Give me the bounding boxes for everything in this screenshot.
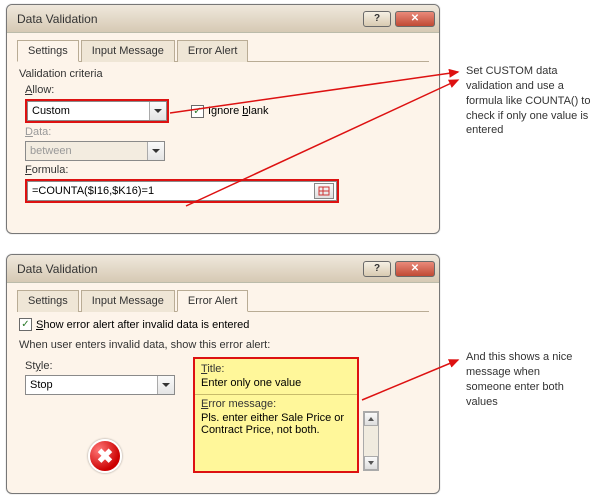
formula-value: =COUNTA($I16,$K16)=1 [32, 185, 154, 197]
data-dropdown: between [25, 141, 165, 161]
title-input[interactable]: Enter only one value [201, 375, 351, 391]
validation-criteria-label: Validation criteria [19, 68, 429, 80]
show-error-alert-checkbox[interactable]: ✓ Show error alert after invalid data is… [19, 318, 429, 331]
scroll-up-button[interactable] [364, 412, 378, 426]
instruction-label: When user enters invalid data, show this… [19, 339, 429, 351]
title-field-label: Title: [201, 363, 351, 375]
chevron-down-icon[interactable] [149, 102, 166, 120]
formula-label: Formula: [25, 164, 429, 176]
close-button[interactable]: ✕ [395, 11, 435, 27]
tab-error-alert[interactable]: Error Alert [177, 40, 249, 62]
data-label: Data: [25, 126, 429, 138]
tab-settings[interactable]: Settings [17, 40, 79, 62]
ignore-blank-label: Ignore blank [208, 105, 269, 117]
error-message-textarea[interactable]: Pls. enter either Sale Price or Contract… [201, 410, 351, 438]
annotation-error-message: And this shows a nice message when someo… [466, 350, 586, 409]
close-button[interactable]: ✕ [395, 261, 435, 277]
tab-settings[interactable]: Settings [17, 290, 79, 312]
tab-strip: Settings Input Message Error Alert [17, 289, 429, 312]
allow-label: Allow: [25, 84, 429, 96]
help-button[interactable]: ? [363, 11, 391, 27]
tab-input-message[interactable]: Input Message [81, 40, 175, 62]
formula-input[interactable]: =COUNTA($I16,$K16)=1 [27, 181, 337, 201]
chevron-down-icon [147, 142, 164, 160]
titlebar[interactable]: Data Validation ? ✕ [7, 5, 439, 33]
style-dropdown[interactable]: Stop [25, 375, 175, 395]
dialog-title: Data Validation [17, 262, 359, 276]
textarea-scrollbar[interactable] [363, 411, 379, 471]
chevron-down-icon[interactable] [157, 376, 174, 394]
data-validation-dialog-settings: Data Validation ? ✕ Settings Input Messa… [6, 4, 440, 234]
error-alert-content-highlight: Title: Enter only one value Error messag… [193, 357, 359, 473]
style-value: Stop [30, 379, 53, 391]
grid-icon [318, 186, 330, 196]
style-label: Style: [25, 360, 185, 372]
allow-value: Custom [32, 105, 70, 117]
tab-input-message[interactable]: Input Message [81, 290, 175, 312]
error-message-label: Error message: [201, 398, 351, 410]
data-validation-dialog-error-alert: Data Validation ? ✕ Settings Input Messa… [6, 254, 440, 494]
show-error-alert-label: Show error alert after invalid data is e… [36, 319, 249, 331]
checkbox-icon: ✓ [191, 105, 204, 118]
annotation-custom-validation: Set CUSTOM data validation and use a for… [466, 64, 596, 138]
titlebar[interactable]: Data Validation ? ✕ [7, 255, 439, 283]
range-selector-button[interactable] [314, 183, 334, 199]
stop-error-icon: ✖ [88, 439, 122, 473]
tab-error-alert[interactable]: Error Alert [177, 290, 249, 312]
checkbox-icon: ✓ [19, 318, 32, 331]
ignore-blank-checkbox[interactable]: ✓ Ignore blank [191, 105, 269, 118]
allow-highlight: Custom [25, 99, 169, 123]
formula-highlight: =COUNTA($I16,$K16)=1 [25, 179, 339, 203]
tab-strip: Settings Input Message Error Alert [17, 39, 429, 62]
dialog-title: Data Validation [17, 12, 359, 26]
allow-dropdown[interactable]: Custom [27, 101, 167, 121]
scroll-down-button[interactable] [364, 456, 378, 470]
data-value: between [30, 145, 72, 157]
help-button[interactable]: ? [363, 261, 391, 277]
